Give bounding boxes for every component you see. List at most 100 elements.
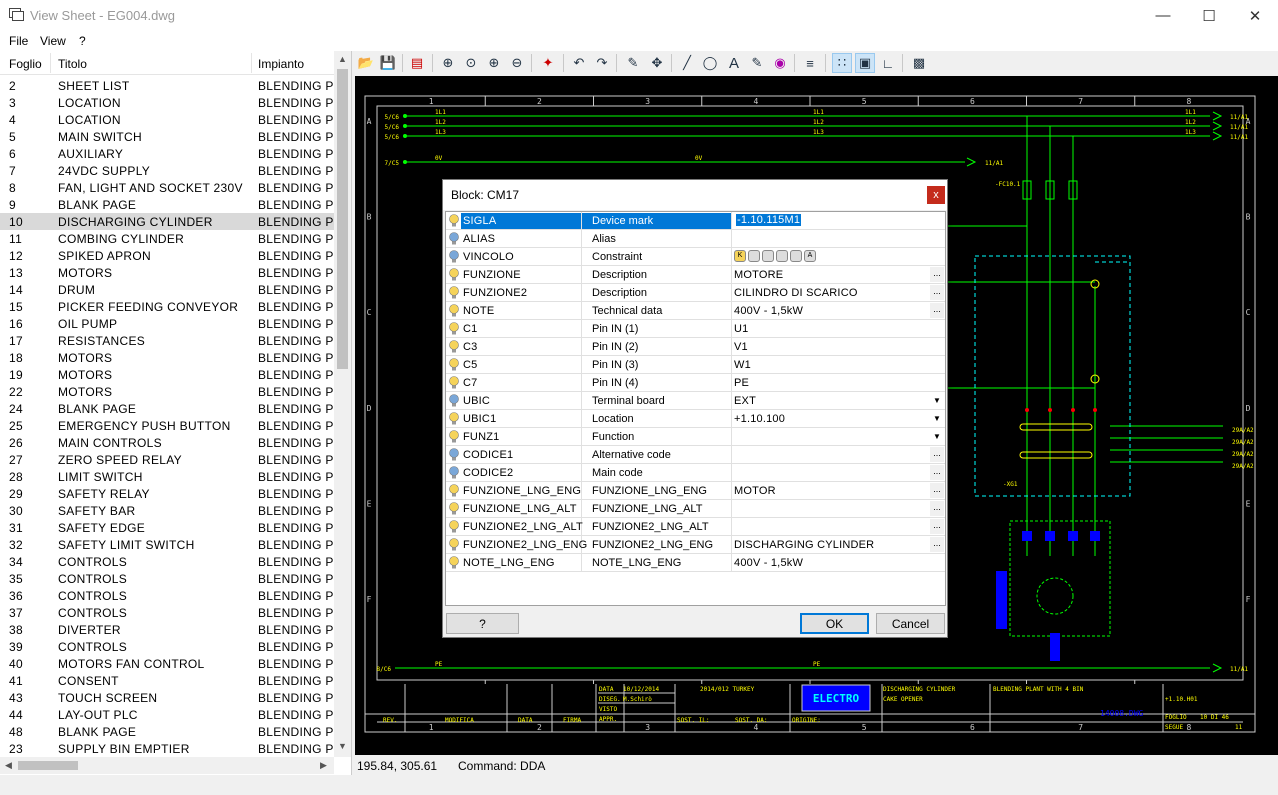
sheet-row[interactable]: 11 COMBING CYLINDER BLENDING PL. — [0, 230, 344, 247]
attribute-row[interactable]: NOTE_LNG_ENG NOTE_LNG_ENG 400V - 1,5kW — [446, 554, 945, 572]
redo-icon[interactable]: ↷ — [592, 53, 612, 73]
dropdown-arrow-icon[interactable]: ▼ — [930, 393, 944, 408]
attribute-row[interactable]: CODICE1 Alternative code... — [446, 446, 945, 464]
column-header-impianto[interactable]: Impianto — [258, 57, 304, 71]
attribute-row[interactable]: C3 Pin IN (2) V1 — [446, 338, 945, 356]
attribute-row[interactable]: C7 Pin IN (4) PE — [446, 374, 945, 392]
sheet-row[interactable]: 34 CONTROLS BLENDING PL. — [0, 553, 344, 570]
ellipsis-button[interactable]: ... — [930, 465, 944, 480]
ellipsis-button[interactable]: ... — [930, 483, 944, 498]
sheet-row[interactable]: 36 CONTROLS BLENDING PL. — [0, 587, 344, 604]
sheet-row[interactable]: 2 SHEET LIST BLENDING PL. — [0, 77, 344, 94]
sheet-row[interactable]: 9 BLANK PAGE BLENDING PL. — [0, 196, 344, 213]
attribute-value[interactable]: CILINDRO DI SCARICO — [734, 287, 858, 299]
attribute-row[interactable]: UBIC Terminal board EXT ▼ — [446, 392, 945, 410]
sheet-row[interactable]: 40 MOTORS FAN CONTROL BLENDING PL. — [0, 655, 344, 672]
ellipsis-button[interactable]: ... — [930, 267, 944, 282]
sheet-row[interactable]: 22 MOTORS BLENDING PL. — [0, 383, 344, 400]
menu-view[interactable]: View — [40, 34, 66, 48]
constraint-link-icon[interactable] — [762, 250, 774, 262]
pan-icon[interactable]: ✥ — [647, 53, 667, 73]
scroll-left-icon[interactable]: ◀ — [5, 760, 12, 771]
attribute-row[interactable]: VINCOLO Constraint K A — [446, 248, 945, 266]
constraint-text-icon[interactable]: A — [804, 250, 816, 262]
scroll-down-icon[interactable]: ▼ — [338, 741, 347, 751]
vertical-scroll-thumb[interactable] — [337, 69, 348, 369]
pdf-icon[interactable]: ▤ — [407, 53, 427, 73]
sheet-row[interactable]: 27 ZERO SPEED RELAY BLENDING PL. — [0, 451, 344, 468]
undo-icon[interactable]: ↶ — [569, 53, 589, 73]
constraint-lock-icon[interactable] — [748, 250, 760, 262]
sheet-row[interactable]: 32 SAFETY LIMIT SWITCH BLENDING PL. — [0, 536, 344, 553]
dialog-close-button[interactable]: x — [927, 186, 945, 204]
sheet-row[interactable]: 4 LOCATION BLENDING PL. — [0, 111, 344, 128]
edit-text-icon[interactable]: ✎ — [747, 53, 767, 73]
sheet-row[interactable]: 12 SPIKED APRON BLENDING PL. — [0, 247, 344, 264]
maximize-button[interactable]: ☐ — [1186, 0, 1232, 31]
attribute-row[interactable]: UBIC1 Location +1.10.100 ▼ — [446, 410, 945, 428]
scroll-up-icon[interactable]: ▲ — [338, 54, 347, 64]
sheet-row[interactable]: 18 MOTORS BLENDING PL. — [0, 349, 344, 366]
sheet-row[interactable]: 17 RESISTANCES BLENDING PL. — [0, 332, 344, 349]
sheet-row[interactable]: 28 LIMIT SWITCH BLENDING PL. — [0, 468, 344, 485]
sheet-row[interactable]: 41 CONSENT BLENDING PL. — [0, 672, 344, 689]
attribute-value[interactable]: U1 — [734, 323, 748, 335]
sheet-row[interactable]: 6 AUXILIARY BLENDING PL. — [0, 145, 344, 162]
ellipsis-button[interactable]: ... — [930, 447, 944, 462]
attribute-value[interactable]: MOTOR — [734, 485, 776, 497]
attribute-row[interactable]: FUNZIONE_LNG_ALT FUNZIONE_LNG_ALT... — [446, 500, 945, 518]
column-header-titolo[interactable]: Titolo — [58, 57, 87, 71]
sheet-row[interactable]: 35 CONTROLS BLENDING PL. — [0, 570, 344, 587]
sheet-row[interactable]: 24 BLANK PAGE BLENDING PL. — [0, 400, 344, 417]
open-icon[interactable]: 📂 — [356, 53, 376, 73]
dropdown-arrow-icon[interactable]: ▼ — [930, 411, 944, 426]
select-icon[interactable]: ✦ — [538, 53, 558, 73]
attribute-row[interactable]: ALIAS Alias — [446, 230, 945, 248]
attribute-value[interactable]: DISCHARGING CYLINDER — [734, 539, 874, 551]
ellipsis-button[interactable]: ... — [930, 303, 944, 318]
vertical-scrollbar[interactable]: ▲ ▼ — [334, 51, 351, 757]
ortho-icon[interactable]: ∟ — [878, 53, 898, 73]
sheet-row[interactable]: 44 LAY-OUT PLC BLENDING PL. — [0, 706, 344, 723]
attribute-value[interactable]: W1 — [734, 359, 751, 371]
cancel-button[interactable]: Cancel — [876, 613, 945, 634]
color-icon[interactable]: ◉ — [770, 53, 790, 73]
snap-icon[interactable]: ▣ — [855, 53, 875, 73]
line-icon[interactable]: ╱ — [677, 53, 697, 73]
column-header-foglio[interactable]: Foglio — [9, 57, 42, 71]
sheet-row[interactable]: 5 MAIN SWITCH BLENDING PL. — [0, 128, 344, 145]
sheet-row[interactable]: 8 FAN, LIGHT AND SOCKET 230V BLENDING PL. — [0, 179, 344, 196]
ellipsis-button[interactable]: ... — [930, 519, 944, 534]
sheet-row[interactable]: 3 LOCATION BLENDING PL. — [0, 94, 344, 111]
sheet-row[interactable]: 31 SAFETY EDGE BLENDING PL. — [0, 519, 344, 536]
attribute-row[interactable]: FUNZIONE Description MOTORE... — [446, 266, 945, 284]
sheet-row[interactable]: 23 SUPPLY BIN EMPTIER BLENDING PL. — [0, 740, 344, 757]
grid-icon[interactable]: ∷ — [832, 53, 852, 73]
attribute-value[interactable]: EXT — [734, 395, 756, 407]
sheet-row[interactable]: 26 MAIN CONTROLS BLENDING PL. — [0, 434, 344, 451]
ok-button[interactable]: OK — [800, 613, 869, 634]
sheet-row[interactable]: 38 DIVERTER BLENDING PL. — [0, 621, 344, 638]
attribute-row[interactable]: CODICE2 Main code... — [446, 464, 945, 482]
text-icon[interactable]: A — [724, 53, 744, 73]
close-window-button[interactable]: ✕ — [1232, 0, 1278, 31]
horizontal-scroll-thumb[interactable] — [18, 761, 78, 770]
sheet-row[interactable]: 14 DRUM BLENDING PL. — [0, 281, 344, 298]
sheet-row[interactable]: 29 SAFETY RELAY BLENDING PL. — [0, 485, 344, 502]
attribute-value[interactable]: MOTORE — [734, 269, 783, 281]
constraint-padlock-icon[interactable] — [776, 250, 788, 262]
save-icon[interactable]: 💾 — [378, 53, 398, 73]
sheet-row[interactable]: 48 BLANK PAGE BLENDING PL. — [0, 723, 344, 740]
attribute-row[interactable]: FUNZIONE_LNG_ENG FUNZIONE_LNG_ENG MOTOR... — [446, 482, 945, 500]
attribute-value[interactable]: 400V - 1,5kW — [734, 557, 803, 569]
scroll-right-icon[interactable]: ▶ — [320, 760, 327, 771]
attribute-value[interactable]: -1.10.115M1 — [736, 214, 802, 226]
dropdown-arrow-icon[interactable]: ▼ — [930, 429, 944, 444]
minimize-button[interactable]: — — [1140, 0, 1186, 31]
zoom-extents-icon[interactable]: ⊙ — [461, 53, 481, 73]
sheet-row[interactable]: 37 CONTROLS BLENDING PL. — [0, 604, 344, 621]
constraint-k-icon[interactable]: K — [734, 250, 746, 262]
ellipsis-button[interactable]: ... — [930, 537, 944, 552]
attribute-row[interactable]: C5 Pin IN (3) W1 — [446, 356, 945, 374]
attribute-value[interactable]: PE — [734, 377, 749, 389]
